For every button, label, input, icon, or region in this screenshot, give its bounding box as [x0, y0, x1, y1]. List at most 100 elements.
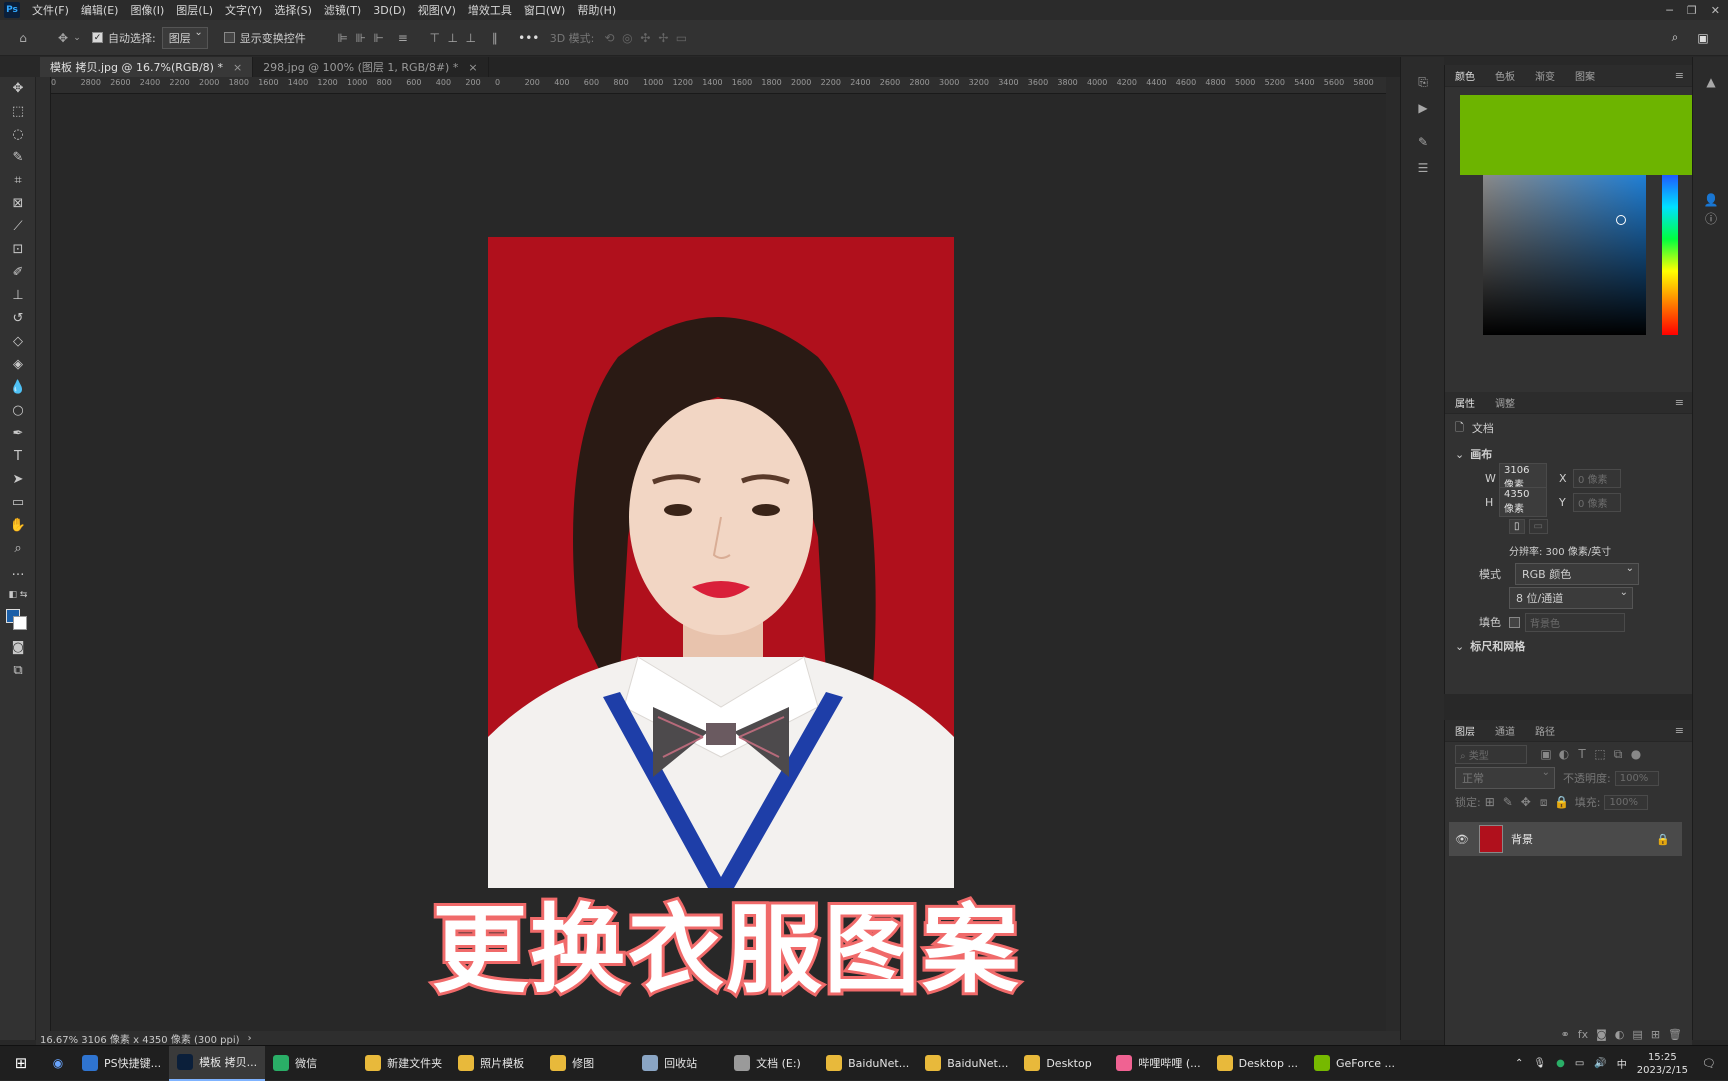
type-tool-icon[interactable]: T: [0, 445, 36, 468]
filter-adjustment-icon[interactable]: ◐: [1555, 745, 1573, 763]
taskbar-item[interactable]: Desktop ...: [1209, 1046, 1306, 1081]
align-middle-icon[interactable]: ⊥: [444, 29, 462, 47]
taskbar-item[interactable]: 微信: [265, 1046, 357, 1081]
panel-menu-icon[interactable]: ≡: [1675, 69, 1684, 82]
auto-select-control[interactable]: ✓ 自动选择: 图层: [92, 26, 208, 49]
fill-field[interactable]: 100%: [1604, 794, 1649, 810]
eyedropper-tool-icon[interactable]: ⟋: [0, 215, 36, 238]
depth-dropdown[interactable]: 8 位/通道: [1509, 587, 1633, 609]
color-picker-handle[interactable]: [1616, 215, 1626, 225]
align-top-icon[interactable]: ⊤: [426, 29, 444, 47]
close-icon[interactable]: ×: [233, 61, 242, 74]
lock-pixels-icon[interactable]: ✎: [1499, 793, 1517, 811]
taskbar-item[interactable]: BaiduNet...: [818, 1046, 917, 1081]
brush-tool-icon[interactable]: ✐: [0, 261, 36, 284]
move-tool-icon[interactable]: ✥: [54, 29, 72, 47]
clock[interactable]: 15:25 2023/2/15: [1637, 1051, 1688, 1077]
lock-position-icon[interactable]: ✥: [1517, 793, 1535, 811]
x-field[interactable]: 0 像素: [1573, 468, 1621, 488]
taskbar-item[interactable]: 新建文件夹: [357, 1046, 450, 1081]
tab-layers[interactable]: 图层: [1445, 723, 1485, 738]
default-colors-icon[interactable]: ◧ ⇆: [0, 583, 36, 606]
align-bottom-icon[interactable]: ⊥: [462, 29, 480, 47]
menu-select[interactable]: 选择(S): [268, 2, 318, 18]
taskbar-item[interactable]: 文档 (E:): [726, 1046, 818, 1081]
filter-shape-icon[interactable]: ⬚: [1591, 745, 1609, 763]
menu-edit[interactable]: 编辑(E): [75, 2, 125, 18]
chevron-up-icon[interactable]: ⌃: [1515, 1058, 1523, 1069]
landscape-orientation-icon[interactable]: ▭: [1528, 518, 1548, 534]
ime-indicator[interactable]: 中: [1617, 1056, 1627, 1071]
3d-roll-icon[interactable]: ◎: [618, 29, 636, 47]
blend-mode-dropdown[interactable]: 正常: [1455, 767, 1555, 789]
workspace-icon[interactable]: ▣: [1694, 29, 1712, 47]
mode-dropdown[interactable]: RGB 颜色: [1515, 563, 1639, 585]
paint-bucket-icon[interactable]: ◈: [0, 353, 36, 376]
tab-channels[interactable]: 通道: [1485, 723, 1525, 738]
3d-orbit-icon[interactable]: ⟲: [600, 29, 618, 47]
background-swatch[interactable]: [13, 616, 27, 630]
move-tool-icon[interactable]: ✥: [0, 77, 36, 100]
menu-plugins[interactable]: 增效工具: [462, 2, 518, 18]
taskbar-item[interactable]: BaiduNet...: [917, 1046, 1016, 1081]
blur-tool-icon[interactable]: 💧: [0, 376, 36, 399]
tab-color[interactable]: 颜色: [1445, 68, 1485, 83]
lock-artboard-icon[interactable]: ⧈: [1535, 793, 1553, 811]
opacity-field[interactable]: 100%: [1614, 770, 1659, 786]
y-field[interactable]: 0 像素: [1573, 492, 1621, 512]
volume-icon[interactable]: 🔊: [1594, 1058, 1606, 1069]
tab-document-2[interactable]: 298.jpg @ 100% (图层 1, RGB/8#) * ×: [253, 57, 489, 77]
marquee-tool-icon[interactable]: ⬚: [0, 100, 36, 123]
filter-type-icon[interactable]: T: [1573, 745, 1591, 763]
panel-menu-icon[interactable]: ≡: [1675, 396, 1684, 409]
layer-row[interactable]: 👁 背景 🔒: [1449, 822, 1682, 856]
screen-mode-icon[interactable]: ⧉: [0, 659, 36, 682]
layer-search-input[interactable]: ⌕ 类型: [1455, 744, 1527, 764]
tab-adjustments[interactable]: 调整: [1485, 395, 1525, 410]
crop-tool-icon[interactable]: ⌗: [0, 169, 36, 192]
3d-camera-icon[interactable]: ▭: [672, 29, 690, 47]
taskbar-item[interactable]: 哔哩哔哩 (...: [1108, 1046, 1208, 1081]
stamp-tool-icon[interactable]: ⊥: [0, 284, 36, 307]
distribute-icon[interactable]: ≡: [394, 29, 412, 47]
filter-pixel-icon[interactable]: ▣: [1537, 745, 1555, 763]
panel-menu-icon[interactable]: ≡: [1675, 724, 1684, 737]
tab-gradients[interactable]: 渐变: [1525, 68, 1565, 83]
delete-layer-icon[interactable]: 🗑: [1668, 1028, 1682, 1041]
eraser-tool-icon[interactable]: ◇: [0, 330, 36, 353]
close-icon[interactable]: ✕: [1711, 4, 1720, 17]
tab-paths[interactable]: 路径: [1525, 723, 1565, 738]
menu-3d[interactable]: 3D(D): [367, 4, 412, 17]
menu-file[interactable]: 文件(F): [26, 2, 75, 18]
actions-play-icon[interactable]: ▶: [1401, 95, 1445, 121]
filter-toggle-icon[interactable]: ●: [1627, 745, 1645, 763]
menu-help[interactable]: 帮助(H): [571, 2, 622, 18]
hue-slider[interactable]: [1662, 175, 1678, 335]
portrait-orientation-icon[interactable]: ▯: [1509, 518, 1525, 534]
windows-start-icon[interactable]: ⊞: [0, 1054, 42, 1072]
adjust-sliders-icon[interactable]: ☰: [1401, 155, 1445, 181]
show-transform-checkbox[interactable]: [223, 32, 235, 43]
path-select-icon[interactable]: ➤: [0, 468, 36, 491]
brush-settings-icon[interactable]: ✎: [1401, 129, 1445, 155]
color-swatches[interactable]: [0, 606, 36, 636]
auto-select-checkbox[interactable]: ✓: [92, 32, 103, 43]
lock-transparent-icon[interactable]: ⊞: [1481, 793, 1499, 811]
restore-icon[interactable]: ❐: [1687, 4, 1697, 17]
chevron-down-icon[interactable]: ⌄: [72, 29, 82, 47]
align-left-icon[interactable]: ⊫: [334, 29, 352, 47]
height-field[interactable]: 4350 像素: [1499, 487, 1547, 517]
menu-filter[interactable]: 滤镜(T): [318, 2, 367, 18]
quick-mask-icon[interactable]: ◙: [0, 636, 36, 659]
menu-image[interactable]: 图像(I): [124, 2, 170, 18]
chevron-right-icon[interactable]: ›: [248, 1033, 252, 1044]
history-brush-icon[interactable]: ↺: [0, 307, 36, 330]
taskbar-item[interactable]: GeForce ...: [1306, 1046, 1403, 1081]
history-panel-icon[interactable]: ⎘: [1401, 69, 1445, 95]
align-center-icon[interactable]: ⊪: [352, 29, 370, 47]
tab-properties[interactable]: 属性: [1445, 395, 1485, 410]
network-icon[interactable]: ▭: [1575, 1058, 1584, 1069]
taskbar-item[interactable]: 照片模板: [450, 1046, 542, 1081]
3d-slide-icon[interactable]: ✢: [654, 29, 672, 47]
fill-swatch[interactable]: [1509, 616, 1520, 628]
